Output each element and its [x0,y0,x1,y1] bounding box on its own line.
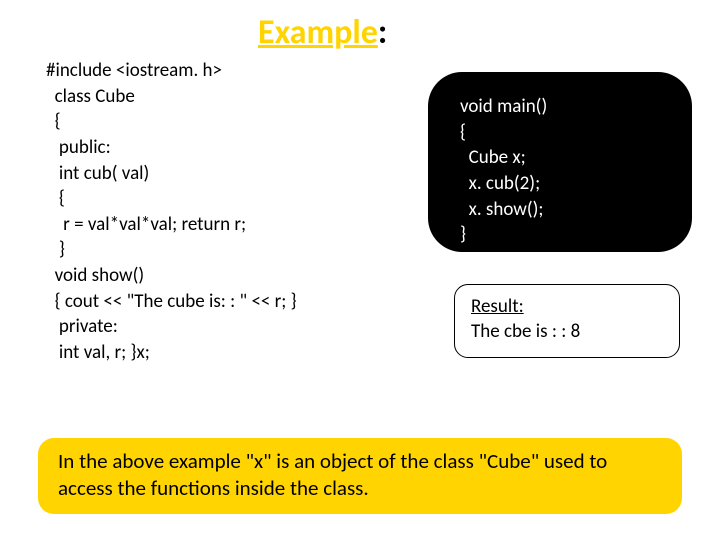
title-word: Example [258,12,378,53]
code-block-main: void main() { Cube x; x. cub(2); x. show… [428,72,692,252]
result-label: Result: [471,295,663,320]
result-box: Result: The cbe is : : 8 [454,284,680,358]
code-block-class: #include <iostream. h> class Cube { publ… [46,58,297,366]
result-text: The cbe is : : 8 [471,320,663,345]
slide-title: Example: [258,12,387,53]
title-colon: : [378,12,387,53]
footer-note: In the above example "x" is an object of… [38,438,682,514]
